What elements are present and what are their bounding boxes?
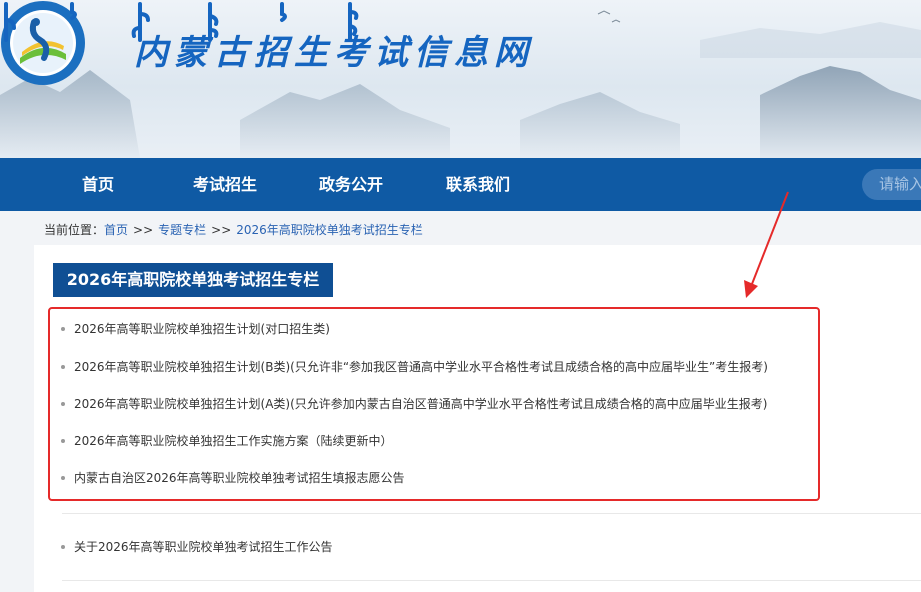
breadcrumb: 当前位置：首页 >> 专题专栏 >> 2026年高职院校单独考试招生专栏: [44, 221, 423, 238]
main-nav: 首页 考试招生 政务公开 联系我们 请输入: [0, 158, 921, 211]
breadcrumb-section-link[interactable]: 专题专栏: [158, 223, 206, 237]
list-item[interactable]: 2026年高等职业院校单独招生计划(A类)(只允许参加内蒙古自治区普通高中学业水…: [61, 395, 767, 412]
search-input[interactable]: 请输入: [862, 169, 921, 200]
list-item[interactable]: 2026年高等职业院校单独招生计划(对口招生类): [61, 320, 330, 337]
list-item[interactable]: 关于2026年高等职业院校单独考试招生工作公告: [61, 538, 333, 555]
list-item[interactable]: 2026年高等职业院校单独招生工作实施方案（陆续更新中）: [61, 432, 393, 449]
mongolian-script-logo: [4, 2, 359, 42]
bullet-icon: [61, 544, 65, 549]
bullet-icon: [61, 401, 65, 406]
section-title: 2026年高职院校单独考试招生专栏: [53, 263, 333, 297]
bullet-icon: [61, 438, 65, 443]
list-divider: [62, 513, 921, 514]
breadcrumb-home-link[interactable]: 首页: [104, 223, 128, 237]
bullet-icon: [61, 364, 65, 369]
list-divider: [62, 580, 921, 581]
header-banner: 内蒙古招生考试信息网: [0, 0, 921, 158]
list-item-link[interactable]: 2026年高等职业院校单独招生计划(B类)(只允许非“参加我区普通高中学业水平合…: [74, 360, 768, 374]
list-item-link[interactable]: 内蒙古自治区2026年高等职业院校单独考试招生填报志愿公告: [74, 471, 405, 485]
list-item-link[interactable]: 2026年高等职业院校单独招生计划(A类)(只允许参加内蒙古自治区普通高中学业水…: [74, 397, 767, 411]
breadcrumb-separator: >>: [133, 223, 154, 237]
list-item-link[interactable]: 2026年高等职业院校单独招生工作实施方案（陆续更新中）: [74, 434, 393, 448]
nav-item-exam-enrollment[interactable]: 考试招生: [193, 158, 257, 211]
bullet-icon: [61, 475, 65, 480]
breadcrumb-separator: >>: [211, 223, 232, 237]
breadcrumb-prefix: 当前位置：: [44, 223, 105, 237]
nav-item-contact-us[interactable]: 联系我们: [446, 158, 510, 211]
list-item[interactable]: 内蒙古自治区2026年高等职业院校单独考试招生填报志愿公告: [61, 469, 405, 486]
breadcrumb-current[interactable]: 2026年高职院校单独考试招生专栏: [236, 223, 423, 237]
list-item-link[interactable]: 2026年高等职业院校单独招生计划(对口招生类): [74, 322, 330, 336]
list-item-link[interactable]: 关于2026年高等职业院校单独考试招生工作公告: [74, 540, 333, 554]
list-item[interactable]: 2026年高等职业院校单独招生计划(B类)(只允许非“参加我区普通高中学业水平合…: [61, 358, 768, 375]
nav-item-government-affairs[interactable]: 政务公开: [319, 158, 383, 211]
nav-item-home[interactable]: 首页: [82, 158, 114, 211]
bullet-icon: [61, 326, 65, 331]
